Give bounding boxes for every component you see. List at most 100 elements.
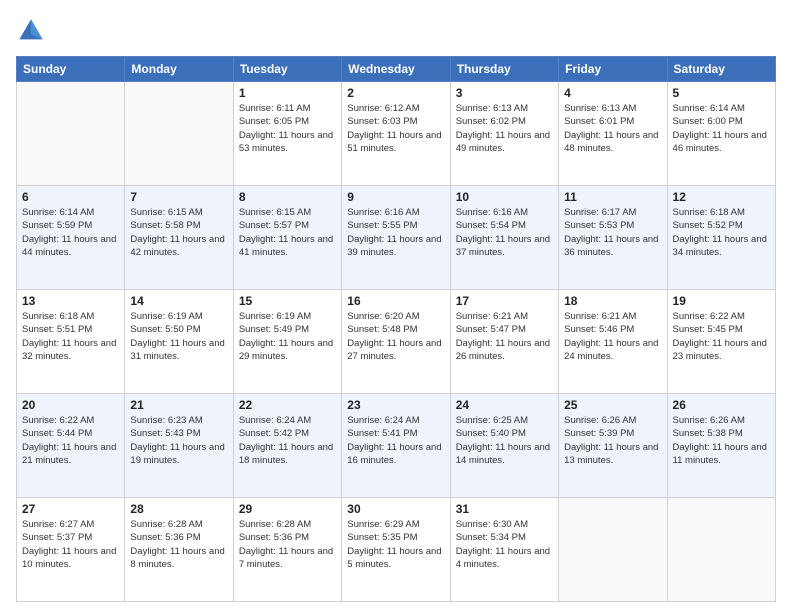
calendar-cell: 5Sunrise: 6:14 AMSunset: 6:00 PMDaylight… xyxy=(667,82,775,186)
day-number: 14 xyxy=(130,294,227,308)
day-number: 2 xyxy=(347,86,444,100)
calendar-cell: 21 Sunrise: 6:23 AMSunset: 5:43 PMDayligh… xyxy=(125,394,233,498)
calendar-cell: 24 Sunrise: 6:25 AMSunset: 5:40 PMDayligh… xyxy=(450,394,558,498)
week-row-2: 6 Sunrise: 6:14 AMSunset: 5:59 PMDaylight… xyxy=(17,186,776,290)
day-info: Sunrise: 6:11 AMSunset: 6:05 PMDaylight:… xyxy=(239,102,336,155)
logo xyxy=(16,16,50,46)
col-header-monday: Monday xyxy=(125,57,233,82)
day-number: 25 xyxy=(564,398,661,412)
calendar-cell: 31 Sunrise: 6:30 AMSunset: 5:34 PMDayligh… xyxy=(450,498,558,602)
header xyxy=(16,16,776,46)
day-info: Sunrise: 6:23 AMSunset: 5:43 PMDaylight:… xyxy=(130,414,227,467)
day-number: 17 xyxy=(456,294,553,308)
calendar-cell: 10 Sunrise: 6:16 AMSunset: 5:54 PMDayligh… xyxy=(450,186,558,290)
week-row-1: 1 Sunrise: 6:11 AMSunset: 6:05 PMDaylight… xyxy=(17,82,776,186)
week-row-3: 13 Sunrise: 6:18 AMSunset: 5:51 PMDayligh… xyxy=(17,290,776,394)
day-info: Sunrise: 6:25 AMSunset: 5:40 PMDaylight:… xyxy=(456,414,553,467)
calendar-cell xyxy=(125,82,233,186)
day-number: 21 xyxy=(130,398,227,412)
day-number: 19 xyxy=(673,294,770,308)
calendar-cell: 2 Sunrise: 6:12 AMSunset: 6:03 PMDaylight… xyxy=(342,82,450,186)
calendar-cell: 29Sunrise: 6:28 AMSunset: 5:36 PMDayligh… xyxy=(233,498,341,602)
day-number: 20 xyxy=(22,398,119,412)
calendar-cell: 1 Sunrise: 6:11 AMSunset: 6:05 PMDaylight… xyxy=(233,82,341,186)
day-info: Sunrise: 6:15 AMSunset: 5:58 PMDaylight:… xyxy=(130,206,227,259)
day-number: 8 xyxy=(239,190,336,204)
logo-icon xyxy=(16,16,46,46)
day-info: Sunrise: 6:26 AMSunset: 5:38 PMDaylight:… xyxy=(673,414,770,467)
calendar-cell: 14 Sunrise: 6:19 AMSunset: 5:50 PMDayligh… xyxy=(125,290,233,394)
calendar-cell: 23 Sunrise: 6:24 AMSunset: 5:41 PMDayligh… xyxy=(342,394,450,498)
day-number: 5 xyxy=(673,86,770,100)
col-header-tuesday: Tuesday xyxy=(233,57,341,82)
day-info: Sunrise: 6:30 AMSunset: 5:34 PMDaylight:… xyxy=(456,518,553,571)
day-number: 7 xyxy=(130,190,227,204)
calendar-cell xyxy=(17,82,125,186)
day-number: 15 xyxy=(239,294,336,308)
day-info: Sunrise: 6:24 AMSunset: 5:41 PMDaylight:… xyxy=(347,414,444,467)
day-info: Sunrise: 6:14 AMSunset: 5:59 PMDaylight:… xyxy=(22,206,119,259)
calendar-cell: 27 Sunrise: 6:27 AMSunset: 5:37 PMDayligh… xyxy=(17,498,125,602)
day-info: Sunrise: 6:27 AMSunset: 5:37 PMDaylight:… xyxy=(22,518,119,571)
day-info: Sunrise: 6:13 AMSunset: 6:01 PMDaylight:… xyxy=(564,102,661,155)
day-number: 28 xyxy=(130,502,227,516)
day-number: 31 xyxy=(456,502,553,516)
col-header-wednesday: Wednesday xyxy=(342,57,450,82)
day-number: 11 xyxy=(564,190,661,204)
calendar-cell: 11 Sunrise: 6:17 AMSunset: 5:53 PMDayligh… xyxy=(559,186,667,290)
day-info: Sunrise: 6:16 AMSunset: 5:55 PMDaylight:… xyxy=(347,206,444,259)
day-number: 22 xyxy=(239,398,336,412)
day-number: 9 xyxy=(347,190,444,204)
day-info: Sunrise: 6:18 AMSunset: 5:51 PMDaylight:… xyxy=(22,310,119,363)
day-info: Sunrise: 6:29 AMSunset: 5:35 PMDaylight:… xyxy=(347,518,444,571)
calendar-cell: 13 Sunrise: 6:18 AMSunset: 5:51 PMDayligh… xyxy=(17,290,125,394)
day-info: Sunrise: 6:12 AMSunset: 6:03 PMDaylight:… xyxy=(347,102,444,155)
day-info: Sunrise: 6:20 AMSunset: 5:48 PMDaylight:… xyxy=(347,310,444,363)
day-info: Sunrise: 6:17 AMSunset: 5:53 PMDaylight:… xyxy=(564,206,661,259)
calendar-cell: 9 Sunrise: 6:16 AMSunset: 5:55 PMDaylight… xyxy=(342,186,450,290)
day-info: Sunrise: 6:26 AMSunset: 5:39 PMDaylight:… xyxy=(564,414,661,467)
calendar-header-row: SundayMondayTuesdayWednesdayThursdayFrid… xyxy=(17,57,776,82)
day-number: 6 xyxy=(22,190,119,204)
calendar-cell: 28 Sunrise: 6:28 AMSunset: 5:36 PMDayligh… xyxy=(125,498,233,602)
calendar-cell xyxy=(667,498,775,602)
day-number: 16 xyxy=(347,294,444,308)
day-number: 18 xyxy=(564,294,661,308)
calendar-cell: 7 Sunrise: 6:15 AMSunset: 5:58 PMDaylight… xyxy=(125,186,233,290)
day-info: Sunrise: 6:28 AMSunset: 5:36 PMDaylight:… xyxy=(130,518,227,571)
calendar-table: SundayMondayTuesdayWednesdayThursdayFrid… xyxy=(16,56,776,602)
day-number: 1 xyxy=(239,86,336,100)
calendar-cell: 20Sunrise: 6:22 AMSunset: 5:44 PMDayligh… xyxy=(17,394,125,498)
day-number: 23 xyxy=(347,398,444,412)
calendar-cell: 25 Sunrise: 6:26 AMSunset: 5:39 PMDayligh… xyxy=(559,394,667,498)
page: SundayMondayTuesdayWednesdayThursdayFrid… xyxy=(0,0,792,612)
day-number: 3 xyxy=(456,86,553,100)
day-info: Sunrise: 6:21 AMSunset: 5:46 PMDaylight:… xyxy=(564,310,661,363)
day-info: Sunrise: 6:15 AMSunset: 5:57 PMDaylight:… xyxy=(239,206,336,259)
day-number: 30 xyxy=(347,502,444,516)
day-number: 4 xyxy=(564,86,661,100)
calendar-cell: 17 Sunrise: 6:21 AMSunset: 5:47 PMDayligh… xyxy=(450,290,558,394)
day-info: Sunrise: 6:16 AMSunset: 5:54 PMDaylight:… xyxy=(456,206,553,259)
day-number: 29 xyxy=(239,502,336,516)
calendar-cell xyxy=(559,498,667,602)
day-info: Sunrise: 6:19 AMSunset: 5:50 PMDaylight:… xyxy=(130,310,227,363)
calendar-cell: 30 Sunrise: 6:29 AMSunset: 5:35 PMDayligh… xyxy=(342,498,450,602)
calendar-cell: 18 Sunrise: 6:21 AMSunset: 5:46 PMDayligh… xyxy=(559,290,667,394)
day-number: 26 xyxy=(673,398,770,412)
day-number: 13 xyxy=(22,294,119,308)
day-info: Sunrise: 6:13 AMSunset: 6:02 PMDaylight:… xyxy=(456,102,553,155)
col-header-thursday: Thursday xyxy=(450,57,558,82)
day-info: Sunrise: 6:21 AMSunset: 5:47 PMDaylight:… xyxy=(456,310,553,363)
day-number: 24 xyxy=(456,398,553,412)
calendar-cell: 16 Sunrise: 6:20 AMSunset: 5:48 PMDayligh… xyxy=(342,290,450,394)
calendar-cell: 8 Sunrise: 6:15 AMSunset: 5:57 PMDaylight… xyxy=(233,186,341,290)
day-number: 27 xyxy=(22,502,119,516)
calendar-cell: 22Sunrise: 6:24 AMSunset: 5:42 PMDayligh… xyxy=(233,394,341,498)
day-info: Sunrise: 6:18 AMSunset: 5:52 PMDaylight:… xyxy=(673,206,770,259)
col-header-friday: Friday xyxy=(559,57,667,82)
calendar-cell: 26 Sunrise: 6:26 AMSunset: 5:38 PMDayligh… xyxy=(667,394,775,498)
col-header-saturday: Saturday xyxy=(667,57,775,82)
day-number: 10 xyxy=(456,190,553,204)
day-info: Sunrise: 6:22 AMSunset: 5:45 PMDaylight:… xyxy=(673,310,770,363)
